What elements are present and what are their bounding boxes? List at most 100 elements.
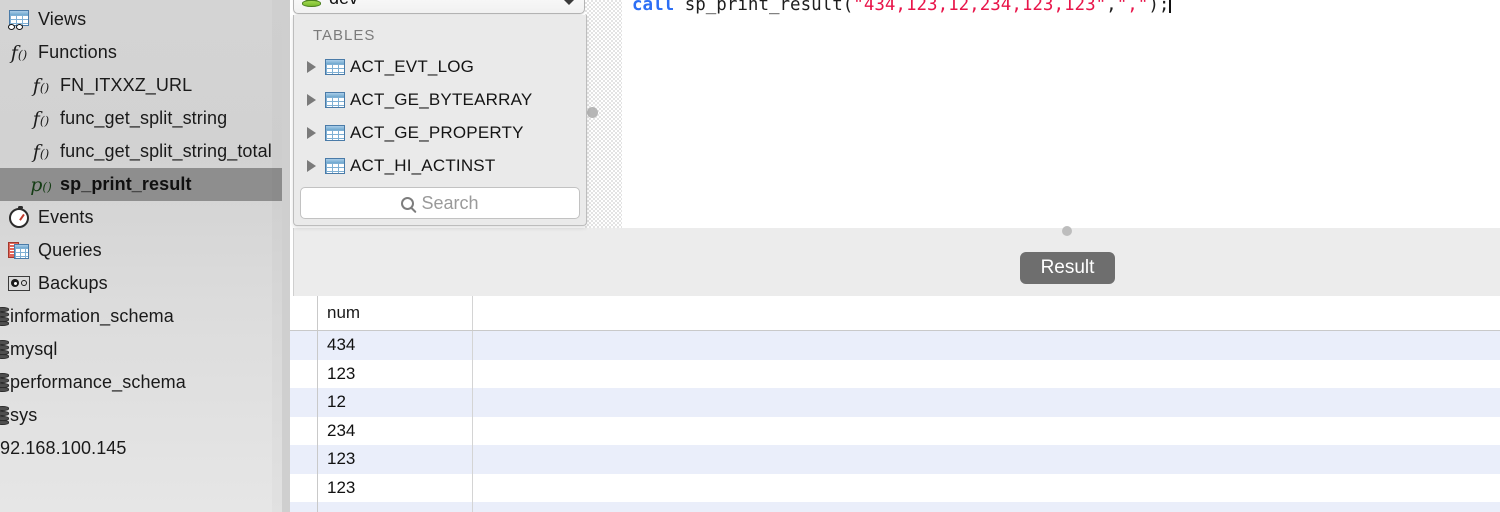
tables-list-panel: TABLES ACT_EVT_LOG ACT_GE_BYTEARRAY ACT_… xyxy=(293,15,587,226)
table-cell-blank[interactable] xyxy=(473,388,1500,417)
result-tab-button[interactable]: Result xyxy=(1020,252,1115,284)
list-item[interactable]: ACT_HI_ACTINST xyxy=(294,149,586,182)
table-cell-num[interactable]: 12 xyxy=(318,388,473,417)
table-name: ACT_EVT_LOG xyxy=(350,56,475,76)
table-cell-num[interactable]: 123 xyxy=(318,445,473,474)
cell-value: 123 xyxy=(327,363,356,383)
sidebar-item-label: Backups xyxy=(38,273,108,293)
sql-string-literal-values: "434,123,12,234,123,123" xyxy=(853,0,1107,15)
vertical-splitter-handle[interactable] xyxy=(1062,226,1072,236)
row-number-gutter xyxy=(290,359,318,388)
column-header-num[interactable]: num xyxy=(318,296,473,330)
table-cell-num[interactable]: 234 xyxy=(318,416,473,445)
row-number-gutter xyxy=(290,388,318,417)
table-cell-num[interactable]: 123 xyxy=(318,473,473,502)
database-cylinder-icon xyxy=(302,0,321,8)
table-row[interactable]: 434 xyxy=(290,331,1500,360)
table-row[interactable]: 123 xyxy=(290,359,1500,389)
table-row[interactable]: 123 xyxy=(290,473,1500,503)
sidebar-item-fn-itxxz-url[interactable]: f() FN_ITXXZ_URL xyxy=(0,69,282,102)
sidebar-item-label: 92.168.100.145 xyxy=(0,438,127,458)
tables-section-title: TABLES xyxy=(313,27,376,44)
table-row[interactable]: 234 xyxy=(290,416,1500,446)
table-cell-blank[interactable] xyxy=(473,445,1500,474)
views-icon xyxy=(6,9,32,31)
queries-icon xyxy=(6,240,32,262)
table-grid-icon xyxy=(325,91,345,108)
backups-icon xyxy=(6,273,32,295)
table-cell-blank[interactable] xyxy=(473,360,1500,389)
table-cell-num[interactable] xyxy=(318,502,473,512)
sql-editor[interactable]: call sp_print_result("434,123,12,234,123… xyxy=(622,0,1500,228)
disclosure-triangle-icon[interactable] xyxy=(307,126,316,139)
table-cell-blank[interactable] xyxy=(473,474,1500,503)
function-icon: f() xyxy=(32,140,50,163)
sidebar-item-queries[interactable]: Queries xyxy=(0,234,282,267)
sidebar-scrollbar[interactable] xyxy=(272,0,282,512)
sidebar-item-sys[interactable]: sys xyxy=(0,399,282,432)
sql-code-line[interactable]: call sp_print_result("434,123,12,234,123… xyxy=(622,0,1500,16)
stepper-arrows-icon[interactable] xyxy=(562,0,576,9)
list-item[interactable]: ACT_GE_PROPERTY xyxy=(294,116,586,149)
sidebar-item-label: sys xyxy=(10,405,38,425)
sidebar-item-information-schema[interactable]: information_schema xyxy=(0,300,282,333)
database-icon xyxy=(0,339,9,361)
row-number-gutter xyxy=(290,331,318,360)
sidebar-item-performance-schema[interactable]: performance_schema xyxy=(0,366,282,399)
result-grid-header: num xyxy=(290,296,1500,331)
table-cell-num[interactable]: 434 xyxy=(318,331,473,360)
table-row[interactable]: 12 xyxy=(290,388,1500,417)
database-select[interactable]: dev xyxy=(293,0,585,14)
table-cell-blank[interactable] xyxy=(473,331,1500,360)
sidebar-item-func-get-split-string[interactable]: f() func_get_split_string xyxy=(0,102,282,135)
sidebar-item-backups[interactable]: Backups xyxy=(0,267,282,300)
sidebar-item-mysql[interactable]: mysql xyxy=(0,333,282,366)
table-grid-icon xyxy=(325,157,345,174)
row-number-gutter xyxy=(290,473,318,502)
row-number-gutter xyxy=(290,416,318,445)
cell-value: 123 xyxy=(327,477,356,497)
text-caret xyxy=(1169,0,1171,13)
function-icon: f() xyxy=(10,41,28,64)
sidebar-item-events[interactable]: Events xyxy=(0,201,282,234)
table-row[interactable] xyxy=(290,502,1500,512)
sql-comma: , xyxy=(1106,0,1117,15)
database-icon xyxy=(0,372,9,394)
sidebar-item-functions[interactable]: f() Functions xyxy=(0,36,282,69)
sidebar-item-sp-print-result[interactable]: p() sp_print_result xyxy=(0,168,282,201)
table-cell-num[interactable]: 123 xyxy=(318,359,473,388)
sidebar-item-host-address[interactable]: 92.168.100.145 xyxy=(0,432,282,465)
sidebar-item-func-get-split-string-total[interactable]: f() func_get_split_string_total xyxy=(0,135,282,168)
sidebar-item-label: FN_ITXXZ_URL xyxy=(60,75,193,95)
row-number-gutter-header xyxy=(290,296,318,330)
table-cell-blank[interactable] xyxy=(473,502,1500,512)
row-number-gutter xyxy=(290,502,318,512)
horizontal-splitter-handle[interactable] xyxy=(587,107,598,118)
sql-statement-end: ); xyxy=(1148,0,1170,15)
list-item[interactable]: ACT_EVT_LOG xyxy=(294,50,586,83)
sidebar-item-label: performance_schema xyxy=(10,372,186,392)
sidebar-divider xyxy=(282,0,290,512)
list-item[interactable]: ACT_GE_BYTEARRAY xyxy=(294,83,586,116)
table-row[interactable]: 123 xyxy=(290,445,1500,474)
disclosure-triangle-icon[interactable] xyxy=(307,60,316,73)
cell-value: 234 xyxy=(327,420,356,440)
cell-value: 12 xyxy=(327,392,346,412)
sidebar-item-label: sp_print_result xyxy=(60,174,192,194)
database-picker-popover: dev TABLES ACT_EVT_LOG ACT_GE_BYTEARRAY … xyxy=(293,0,587,226)
sidebar-item-views[interactable]: Views xyxy=(0,3,282,36)
result-grid[interactable]: num 434 123 12 234 123 123 xyxy=(290,296,1500,512)
sidebar: Tables Views f() Functions f() FN_ITXXZ_… xyxy=(0,0,282,512)
cell-value: 434 xyxy=(327,335,356,355)
sidebar-item-label: information_schema xyxy=(10,306,174,326)
table-cell-blank[interactable] xyxy=(473,417,1500,446)
sidebar-item-label: func_get_split_string_total xyxy=(60,141,272,161)
column-header-label: num xyxy=(327,303,361,322)
sql-string-literal-delimiter: "," xyxy=(1116,0,1149,15)
disclosure-triangle-icon[interactable] xyxy=(307,159,316,172)
sidebar-item-label: mysql xyxy=(10,339,58,359)
disclosure-triangle-icon[interactable] xyxy=(307,93,316,106)
row-number-gutter xyxy=(290,445,318,474)
search-input[interactable]: Search xyxy=(300,187,580,219)
column-header-blank[interactable] xyxy=(473,296,1500,330)
